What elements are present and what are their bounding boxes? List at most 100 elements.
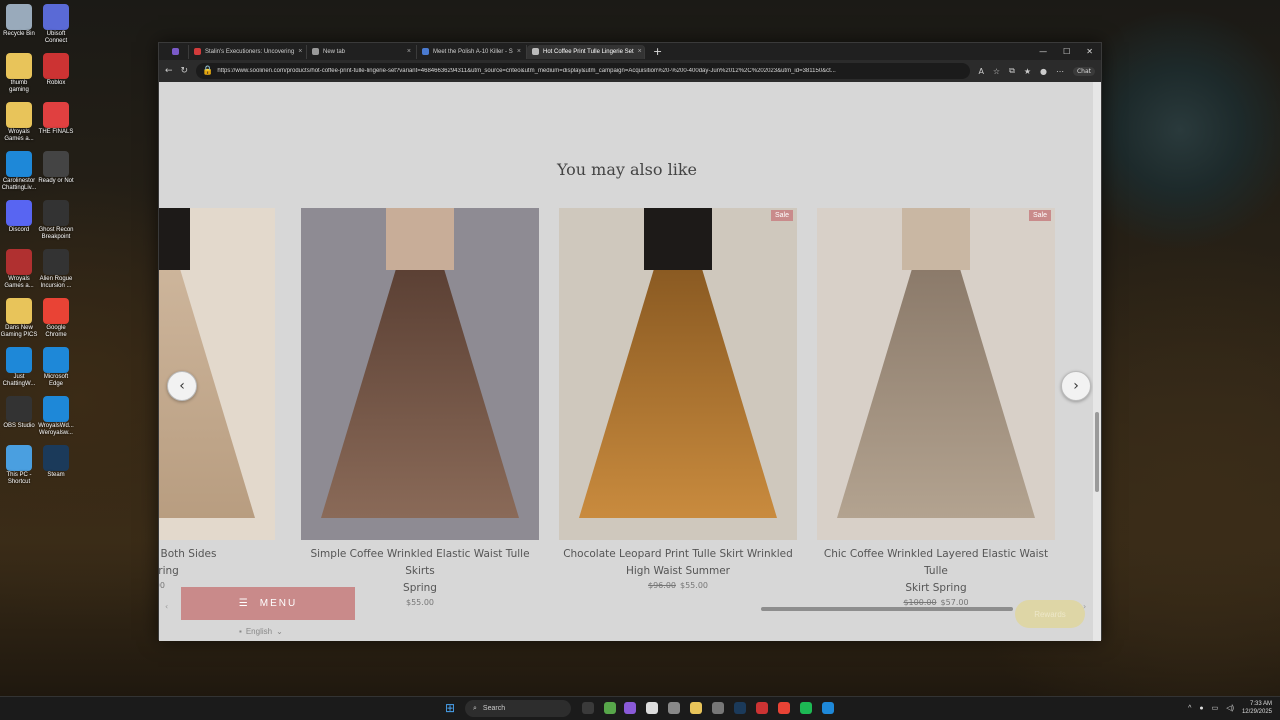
product-title[interactable]: Chic Coffee Wrinkled Layered Elastic Wai… [817, 546, 1055, 597]
tab-close-icon[interactable]: × [298, 48, 302, 55]
back-icon[interactable]: ← [165, 66, 173, 76]
notepad-icon[interactable] [646, 702, 658, 714]
product-card[interactable]: Sale Chic Coffee Wrinkled Layered Elastic… [817, 208, 1055, 607]
steam-icon[interactable] [734, 702, 746, 714]
original-price: $96.00 [648, 581, 676, 590]
collections-icon[interactable]: ⧉ [1009, 66, 1015, 76]
clock[interactable]: 7:33 AM 12/29/2025 [1242, 700, 1272, 716]
desktop-icon-label: Alien Rogue Incursion ... [39, 276, 73, 289]
browser-tab[interactable]: Meet the Polish A-10 Killer - S × [417, 44, 527, 59]
desktop-icon[interactable]: Ready or Not [37, 151, 75, 185]
profile-avatar[interactable]: ● [1040, 67, 1047, 76]
desktop-icon[interactable]: Steam [37, 445, 75, 479]
app-icon [43, 4, 69, 30]
menu-button[interactable]: ☰ MENU [181, 587, 355, 620]
language-label: English [245, 627, 273, 636]
hamburger-icon: ☰ [238, 598, 250, 609]
new-tab-button[interactable]: + [653, 45, 662, 58]
desktop-icon-label: Dans New Gaming PICS [0, 325, 38, 338]
carousel-next-button[interactable]: › [1061, 371, 1091, 401]
desktop-icon[interactable]: Roblox [37, 53, 75, 87]
search-placeholder: Search [482, 705, 506, 712]
browser-tab[interactable]: Stalin's Executioners: Uncovering × [189, 44, 307, 59]
product-title[interactable]: ed Wear On Both Sides rt Spring [159, 546, 275, 580]
refresh-icon[interactable]: ↻ [181, 66, 189, 76]
page-scrollbar[interactable] [1093, 82, 1101, 641]
product-image[interactable]: Sale [559, 208, 797, 540]
address-bar[interactable]: 🔒 https://www.soolinen.com/products/hot-… [196, 63, 971, 79]
product-image[interactable]: Sale [817, 208, 1055, 540]
windows-start-icon[interactable]: ⊞ [445, 701, 459, 715]
carousel-prev-button[interactable]: ‹ [167, 371, 197, 401]
product-title[interactable]: Chocolate Leopard Print Tulle Skirt Wrin… [559, 546, 797, 580]
tab-close-icon[interactable]: × [407, 48, 411, 55]
rewards-button[interactable]: Rewards [1015, 600, 1085, 628]
desktop-icon[interactable]: Wroyals Games a... [0, 249, 38, 290]
product-image[interactable] [301, 208, 539, 540]
minimize-icon[interactable]: — [1039, 47, 1047, 56]
desktop-icon[interactable]: Ubisoft Connect [37, 4, 75, 45]
desktop-icon-label: Ready or Not [38, 178, 74, 184]
tab-close-icon[interactable]: × [638, 48, 642, 55]
file-explorer-icon[interactable] [690, 702, 702, 714]
desktop-icon[interactable]: This PC - Shortcut [0, 445, 38, 486]
desktop-icon[interactable]: Ghost Recon Breakpoint [37, 200, 75, 241]
desktop-icon[interactable]: OBS Studio [0, 396, 38, 430]
network-icon[interactable]: ▭ [1212, 704, 1219, 712]
settings-gear-icon[interactable] [712, 702, 724, 714]
calculator-icon[interactable] [668, 702, 680, 714]
scroll-left-icon[interactable]: ‹ [165, 602, 168, 611]
product-card[interactable]: Sale Chocolate Leopard Print Tulle Skirt … [559, 208, 797, 590]
close-icon[interactable]: ✕ [1086, 47, 1093, 56]
microphone-icon[interactable]: ● [1199, 705, 1203, 712]
time-text: 7:33 AM [1249, 701, 1272, 707]
desktop-icon[interactable]: Wroyals Games a... [0, 102, 38, 143]
desktop-icon[interactable]: thumb gaming [0, 53, 38, 94]
desktop-icon[interactable]: Carolinestor ChattingLiv... [0, 151, 38, 192]
desktop-icon[interactable]: Discord [0, 200, 38, 234]
favorite-star-icon[interactable]: ☆ [993, 67, 1000, 76]
product-price-row: $96.00 $55.00 [559, 581, 797, 590]
tab-label: Hot Coffee Print Tulle Lingerie Set [543, 48, 634, 55]
more-icon[interactable]: ⋯ [1056, 67, 1064, 76]
edge-icon[interactable] [822, 702, 834, 714]
desktop-icon[interactable]: Recycle Bin [0, 4, 38, 38]
carousel-scrollbar[interactable] [761, 607, 1013, 611]
desktop-icon[interactable]: THE FINALS [37, 102, 75, 136]
desktop-icon[interactable]: Microsoft Edge [37, 347, 75, 388]
desktop-icon[interactable]: Alien Rogue Incursion ... [37, 249, 75, 290]
chrome-icon[interactable] [778, 702, 790, 714]
maximize-icon[interactable]: ☐ [1063, 47, 1070, 56]
favorites-icon[interactable]: ★ [1024, 67, 1031, 76]
desktop-icon[interactable]: Just ChattingW... [0, 347, 38, 388]
taskbar-search[interactable]: ⌕ Search [465, 700, 571, 717]
desktop-icon[interactable]: Dans New Gaming PICS [0, 298, 38, 339]
task-view-icon[interactable] [582, 702, 594, 714]
app-icon [6, 102, 32, 128]
menu-label: MENU [259, 598, 298, 609]
flag-icon: ▪ [239, 627, 242, 636]
browser-tab[interactable] [167, 44, 189, 59]
product-card[interactable]: Simple Coffee Wrinkled Elastic Waist Tul… [301, 208, 539, 607]
tab-favicon-icon [422, 48, 429, 55]
desktop-icon[interactable]: WroyalsWd... Weroyalsw... [37, 396, 75, 437]
read-aloud-icon[interactable]: A [978, 67, 983, 76]
app-icon [43, 396, 69, 422]
copilot-chat-button[interactable]: Chat [1072, 66, 1095, 76]
tab-close-icon[interactable]: × [517, 48, 521, 55]
scrollbar-thumb[interactable] [1095, 412, 1099, 492]
top-illustration [159, 208, 190, 270]
desktop-icon[interactable]: Google Chrome [37, 298, 75, 339]
nvidia-icon[interactable] [604, 702, 616, 714]
tray-chevron-icon[interactable]: ^ [1188, 705, 1191, 712]
browser-tab[interactable]: Hot Coffee Print Tulle Lingerie Set × [527, 44, 645, 59]
system-tray: ^ ● ▭ ◁) 7:33 AM 12/29/2025 [1188, 700, 1272, 716]
spotify-icon[interactable] [800, 702, 812, 714]
sale-price: $55.00 [406, 598, 434, 607]
browser-tab[interactable]: New tab × [307, 44, 417, 59]
volume-icon[interactable]: ◁) [1226, 704, 1234, 712]
copilot-icon[interactable] [624, 702, 636, 714]
rewards-label: Rewards [1034, 609, 1066, 619]
app-icon[interactable] [756, 702, 768, 714]
language-selector[interactable]: ▪ English ⌄ [239, 627, 283, 636]
